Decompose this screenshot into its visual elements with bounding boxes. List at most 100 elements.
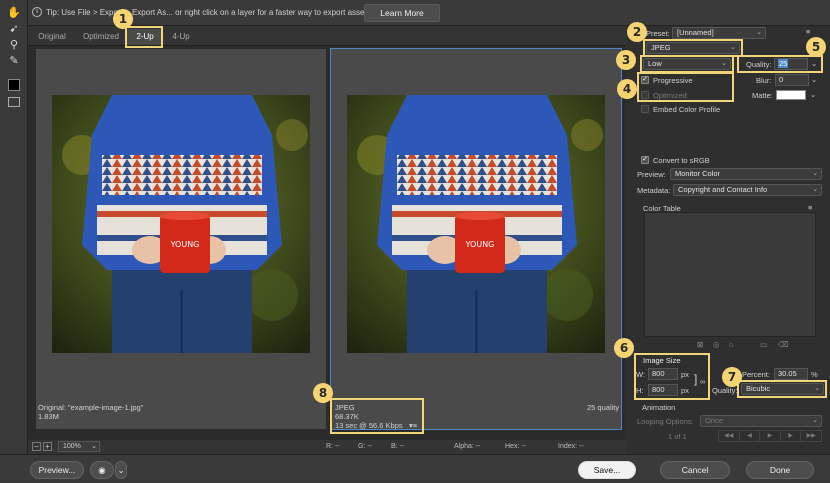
looping-options-select[interactable]: Once ⌄ (700, 415, 822, 427)
next-frame-icon[interactable]: ▶ (781, 431, 802, 441)
chevron-down-icon: ⌄ (812, 186, 818, 193)
eyedropper-color-swatch[interactable] (8, 79, 20, 91)
lock-color-icon[interactable]: ⌂ (729, 340, 734, 349)
quality-slider-chevron-icon[interactable]: ⌄ (811, 59, 817, 68)
percent-field[interactable]: 30.05 (774, 368, 808, 380)
first-frame-icon[interactable]: ◀◀ (719, 431, 740, 441)
tab-2-up[interactable]: 2-Up (127, 29, 163, 45)
browser-menu-chevron-icon[interactable]: ⌄ (115, 461, 127, 479)
zoom-value: 100% (63, 443, 81, 450)
compression-quality-value: Low (648, 59, 662, 68)
chevron-down-icon: ⌄ (91, 443, 97, 450)
compression-quality-select[interactable]: Low ⌄ (643, 58, 731, 70)
step-badge-2: 2 (627, 22, 647, 42)
animation-label: Animation (642, 403, 676, 412)
hand-icon[interactable]: ✋ (6, 6, 22, 20)
progressive-checkbox[interactable]: ✓ (641, 76, 649, 84)
blur-chevron-icon[interactable]: ⌄ (811, 75, 817, 84)
browser-preview-button[interactable]: ◉ (90, 461, 114, 479)
optimized-download-time: 13 sec @ 56.6 Kbps (335, 421, 403, 430)
blur-field[interactable]: 0 (775, 74, 809, 86)
chevron-down-icon: ⌄ (812, 417, 818, 424)
slice-select-icon[interactable]: ➹ (6, 22, 22, 36)
blur-label: Blur: (756, 76, 772, 85)
height-field[interactable]: 800 (648, 384, 678, 396)
chevron-down-icon: ⌄ (721, 60, 727, 67)
quality-value: 25 (778, 59, 789, 68)
optimized-preview-pane[interactable]: JPEG 68.37K 13 sec @ 56.6 Kbps ▾≡ 25 qua… (330, 48, 622, 430)
zoom-icon[interactable]: ⚲ (6, 38, 22, 52)
original-file-size: 1.83M (38, 412, 59, 421)
original-image (52, 95, 310, 353)
looping-options-label: Looping Options: (637, 417, 694, 426)
tip-bar: i Tip: Use File > Export > Export As... … (28, 0, 830, 26)
learn-more-button[interactable]: Learn More (364, 4, 440, 22)
metadata-label: Metadata: (637, 186, 671, 195)
optimized-format: JPEG (335, 403, 355, 412)
web-shift-icon[interactable]: ◎ (713, 340, 720, 349)
original-preview-pane[interactable]: Original: "example-image-1.jpg" 1.83M (35, 48, 327, 430)
map-color-icon[interactable]: ⊠ (697, 340, 703, 349)
cancel-button[interactable]: Cancel (660, 461, 730, 479)
resample-quality-select[interactable]: Bicubic ⌄ (741, 383, 824, 395)
height-unit: px (681, 386, 689, 395)
original-file-label: Original: "example-image-1.jpg" (38, 403, 144, 412)
looping-options-value: Once (705, 416, 723, 425)
green-value: G: -- (358, 443, 372, 450)
color-table-menu-icon[interactable]: ≡ (808, 203, 812, 212)
image-size-label: Image Size (643, 356, 681, 365)
tab-original[interactable]: Original (34, 29, 70, 45)
convert-srgb-checkbox[interactable]: ✓ (641, 156, 649, 164)
step-badge-5: 5 (806, 37, 826, 57)
chevron-down-icon: ⌄ (730, 44, 736, 51)
eyedropper-icon[interactable]: ✎ (6, 54, 22, 68)
animation-controls: ◀◀ ◀ ▶ ▶ ▶▶ (718, 430, 822, 442)
preset-value: [Unnamed] (677, 28, 714, 37)
preview-label: Preview: (637, 170, 666, 179)
preview-select[interactable]: Monitor Color ⌄ (670, 168, 822, 180)
matte-swatch[interactable] (776, 90, 806, 100)
matte-label: Matte: (752, 91, 773, 100)
height-value: 800 (652, 385, 665, 394)
optimized-checkbox[interactable] (641, 91, 649, 99)
embed-color-profile-checkbox[interactable] (641, 105, 649, 113)
chevron-down-icon: ⌄ (812, 170, 818, 177)
link-constrain-icon[interactable]: ∞ (700, 377, 705, 386)
zoom-in-button[interactable]: + (43, 442, 52, 451)
delete-color-icon[interactable]: ⌫ (778, 340, 789, 349)
quality-field[interactable]: 25 (774, 58, 808, 70)
step-badge-4: 4 (617, 79, 637, 99)
preview-button[interactable]: Preview... (30, 461, 84, 479)
width-field[interactable]: 800 (648, 368, 678, 380)
resample-quality-label: Quality: (712, 386, 738, 395)
previous-frame-icon[interactable]: ◀ (740, 431, 761, 441)
tip-text: Tip: Use File > Export > Export As... or… (46, 8, 371, 17)
last-frame-icon[interactable]: ▶▶ (801, 431, 821, 441)
save-button[interactable]: Save... (578, 461, 636, 479)
done-button[interactable]: Done (746, 461, 814, 479)
tab-4-up[interactable]: 4-Up (166, 29, 196, 45)
optimized-label: Optimized (653, 91, 687, 100)
quality-label: Quality: (746, 60, 772, 69)
zoom-select[interactable]: 100% ⌄ (58, 441, 100, 452)
color-table[interactable] (644, 212, 816, 337)
play-icon[interactable]: ▶ (760, 431, 781, 441)
file-format-value: JPEG (651, 43, 671, 52)
file-format-select[interactable]: JPEG ⌄ (646, 42, 740, 54)
metadata-select[interactable]: Copyright and Contact Info ⌄ (673, 184, 822, 196)
toggle-slices-icon[interactable] (8, 97, 20, 107)
optimized-quality-label: 25 quality (587, 403, 620, 412)
percent-value: 30.05 (778, 369, 797, 378)
add-color-icon[interactable]: ▭ (760, 340, 767, 349)
tab-optimized[interactable]: Optimized (78, 29, 124, 45)
step-badge-6: 6 (614, 338, 634, 358)
download-rate-menu-icon[interactable]: ▾≡ (409, 421, 417, 430)
matte-chevron-icon[interactable]: ⌄ (810, 90, 816, 99)
preset-label: Preset: (646, 29, 670, 38)
zoom-out-button[interactable]: − (32, 442, 41, 451)
preset-select[interactable]: [Unnamed] ⌄ (672, 27, 766, 39)
info-icon: i (32, 7, 42, 17)
preset-menu-icon[interactable]: ≡ (806, 27, 810, 36)
convert-srgb-label: Convert to sRGB (653, 156, 710, 165)
width-value: 800 (652, 369, 665, 378)
